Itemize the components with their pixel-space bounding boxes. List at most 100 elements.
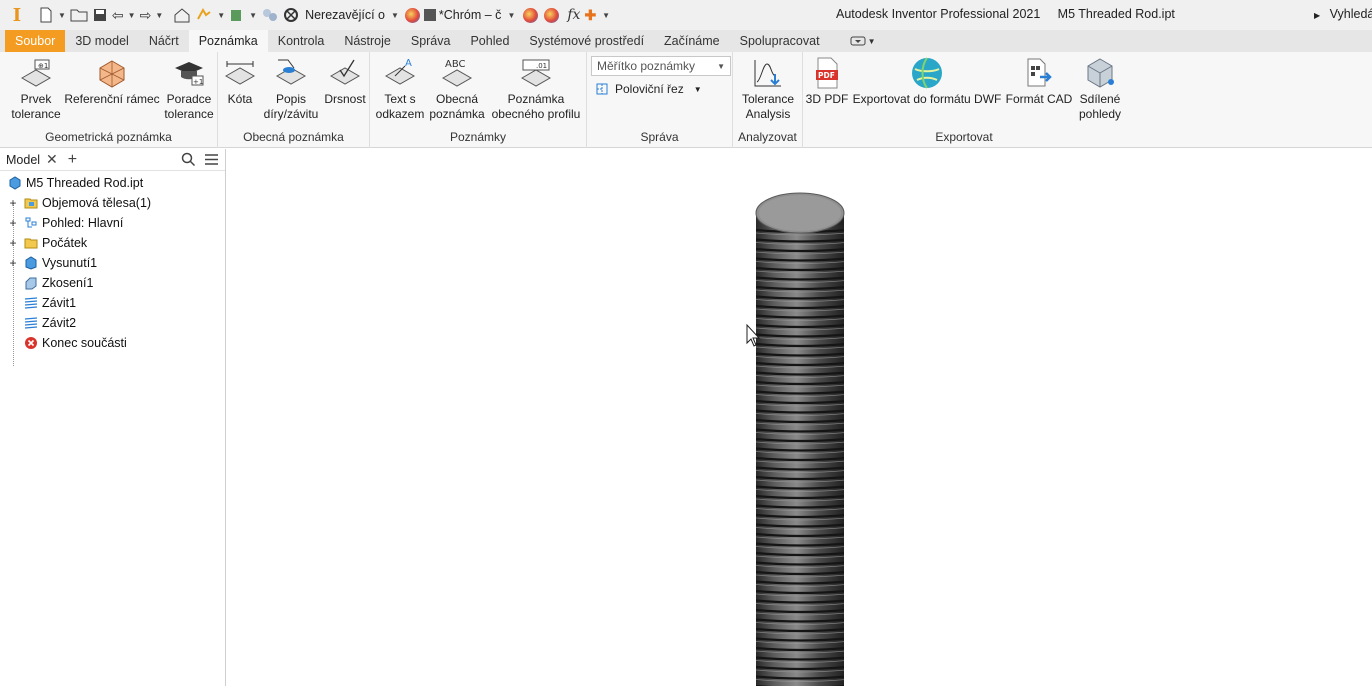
inventor-logo-icon[interactable]: I [6,4,28,26]
group-title: Správa [640,130,679,144]
tree-node-extrusion[interactable]: + Vysunutí1 [0,253,225,273]
browser-tab-model[interactable]: Model [6,153,40,167]
svg-text:.01: .01 [536,62,547,70]
tab-collaborate[interactable]: Spolupracovat [730,30,830,52]
tree-node-label: Závit2 [42,316,77,330]
help-search[interactable]: ▶ Vyhledá [1314,7,1372,21]
save-icon[interactable] [90,4,110,26]
chevron-down-icon[interactable]: ▼ [249,11,257,20]
group-notes: A Text s odkazem ABC Obecná poznámka .01 P… [370,52,587,148]
chevron-down-icon[interactable]: ▼ [868,37,876,46]
export-3d-pdf-button[interactable]: PDF 3D PDF [805,56,849,107]
dimension-button[interactable]: Kóta [222,56,258,107]
app-title: Autodesk Inventor Professional 2021 [836,7,1041,21]
svg-text:+1: +1 [193,78,203,86]
shared-views-button[interactable]: Sdílené pohledy [1075,56,1125,122]
chevron-down-icon[interactable]: ▼ [58,11,66,20]
chevron-down-icon[interactable]: ▼ [128,11,136,20]
tree-node-chamfer[interactable]: Zkosení1 [0,273,225,293]
feature-tolerance-button[interactable]: ⊕1 Prvek tolerance [8,56,64,122]
adjust-appearance-icon[interactable] [523,7,539,23]
shared-views-label: Sdílené pohledy [1078,92,1122,121]
tolerance-analysis-button[interactable]: Tolerance Analysis [737,56,799,122]
tab-get-started[interactable]: Začínáme [654,30,730,52]
chevron-down-icon[interactable]: ▼ [217,11,225,20]
expand-icon[interactable]: + [8,256,18,270]
expand-icon[interactable]: + [8,236,18,250]
tab-inspect[interactable]: Kontrola [268,30,335,52]
parameters-fx-icon[interactable]: fx [565,4,582,26]
tab-environments[interactable]: Systémové prostředí [519,30,654,52]
half-section-button[interactable]: Poloviční řez ▼ [595,82,702,96]
material-icon[interactable] [281,4,301,26]
end-of-part-icon [25,337,37,349]
tab-3d-model[interactable]: 3D model [65,30,139,52]
tab-file[interactable]: Soubor [5,30,66,52]
select-icon[interactable] [227,4,247,26]
close-icon[interactable]: ✕ [46,151,58,168]
menu-icon[interactable] [204,152,219,167]
clear-appearance-icon[interactable] [544,7,560,23]
tree-node-end-of-part[interactable]: Konec součásti [0,333,225,353]
ribbon-minimize-icon[interactable] [850,36,866,46]
chevron-down-icon[interactable]: ▼ [717,62,725,71]
appearance-combo[interactable]: *Chróm – č ▼ [420,4,521,26]
tab-annotate[interactable]: Poznámka [188,30,268,52]
tab-tools[interactable]: Nástroje [334,30,401,52]
roughness-icon [328,56,362,90]
tree-root[interactable]: M5 Threaded Rod.ipt [0,173,225,193]
datum-frame-button[interactable]: Referenční rámec [64,56,160,107]
tab-sketch[interactable]: Náčrt [139,30,189,52]
hole-thread-note-button[interactable]: Popis díry/závitu [260,56,322,122]
dwf-globe-icon [910,56,944,90]
leader-text-button[interactable]: A Text s odkazem [374,56,426,122]
appearance-icon[interactable] [404,7,420,23]
extrude-icon [25,256,37,270]
profile-note-button[interactable]: .01 Poznámka obecného profilu [488,56,584,122]
material-combo[interactable]: Nerezavějící o ▼ [301,4,405,26]
general-note-button[interactable]: ABC Obecná poznámka [428,56,486,122]
home-icon[interactable] [171,4,193,26]
chevron-down-icon[interactable]: ▼ [391,11,399,20]
search-icon[interactable] [181,152,196,167]
redo-icon[interactable]: ⇨ [138,4,154,26]
tree-node-origin[interactable]: + Počátek [0,233,225,253]
tree-node-thread-2[interactable]: Závit2 [0,313,225,333]
graphics-viewport[interactable] [227,149,1372,686]
annotation-scale-select[interactable]: Měřítko poznámky ▼ [591,56,731,76]
chevron-down-icon[interactable]: ▼ [507,11,515,20]
chevron-down-icon[interactable]: ▼ [694,85,702,94]
expand-icon[interactable]: + [8,196,18,210]
new-file-icon[interactable] [36,4,56,26]
update-icon[interactable] [193,4,215,26]
tab-manage[interactable]: Správa [401,30,461,52]
add-browser-icon[interactable]: + [68,151,77,169]
half-section-icon [596,83,608,95]
chevron-down-icon[interactable]: ▼ [155,11,163,20]
tab-view[interactable]: Pohled [460,30,519,52]
ribbon-display-toggle[interactable]: ▼ [850,30,876,52]
roughness-button[interactable]: Drsnost [322,56,368,107]
group-title: Exportovat [935,130,993,144]
iproperties-icon[interactable] [259,4,281,26]
export-dwf-button[interactable]: Exportovat do formátu DWF [851,56,1003,107]
dimension-icon [223,56,257,90]
expand-arrow-icon[interactable]: ▶ [1314,11,1320,20]
rod-body[interactable] [756,215,844,686]
tree-node-thread-1[interactable]: Závit1 [0,293,225,313]
expand-icon[interactable]: + [8,216,18,230]
undo-icon[interactable]: ⇦ [110,4,126,26]
svg-text:A: A [405,58,412,69]
export-cad-button[interactable]: Formát CAD [1003,56,1075,107]
export-dwf-label: Exportovat do formátu DWF [852,92,1002,106]
tolerance-advisor-button[interactable]: +1 Poradce tolerance [162,56,216,122]
customize-qat-icon[interactable]: ▼ [602,11,610,20]
open-folder-icon[interactable] [68,4,90,26]
measure-icon[interactable]: ✚ [582,4,598,26]
appearance-swatch-icon [423,9,436,21]
threaded-rod-model[interactable] [227,149,1372,686]
cad-format-icon [1022,56,1056,90]
tree-node-solid-bodies[interactable]: + Objemová tělesa(1) [0,193,225,213]
tree-node-view[interactable]: + Pohled: Hlavní [0,213,225,233]
svg-text:⊕1: ⊕1 [38,62,48,70]
